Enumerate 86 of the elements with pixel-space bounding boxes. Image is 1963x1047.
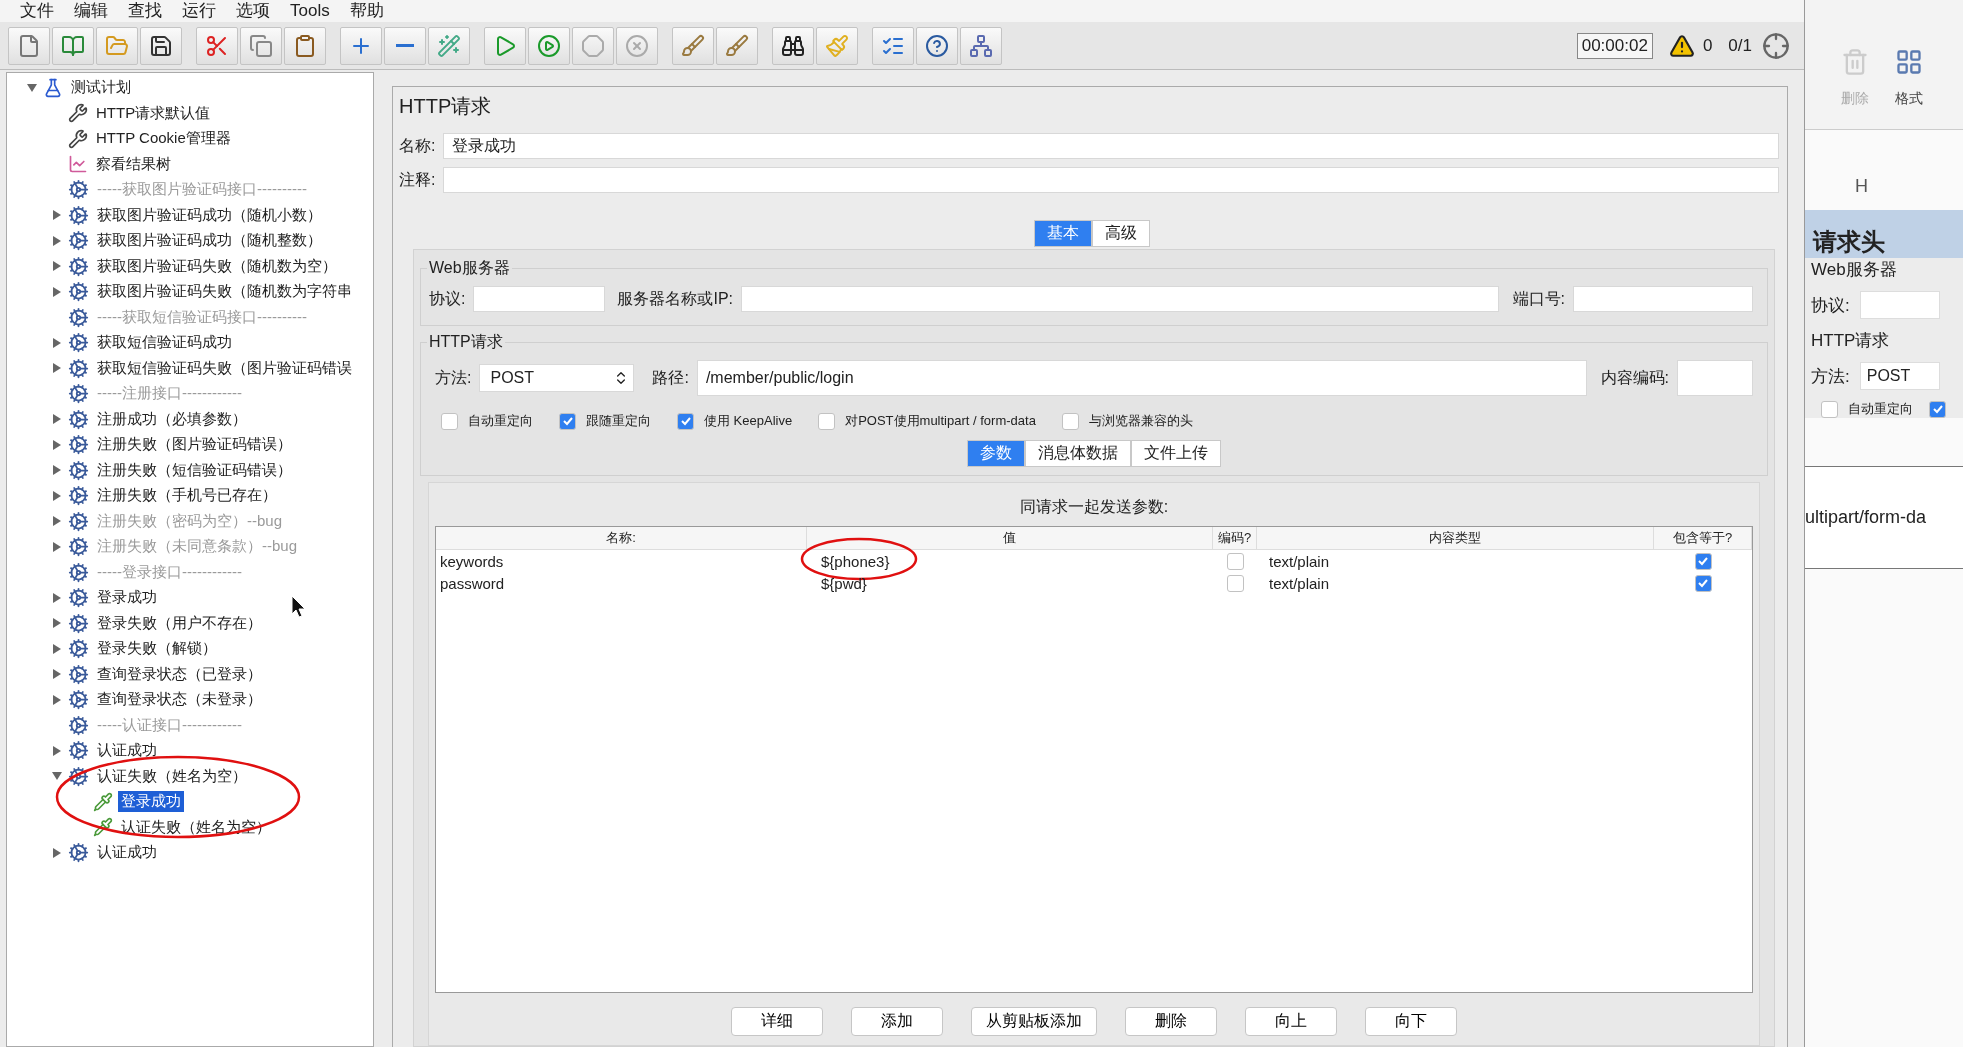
menu-item[interactable]: 文件: [10, 1, 64, 21]
field-label: 方法:: [1811, 365, 1850, 388]
tree-item[interactable]: 获取短信验证码成功: [94, 332, 235, 354]
method-field[interactable]: POST: [1859, 362, 1940, 390]
column-header: 包含等于?: [1654, 527, 1752, 550]
table-cell-text: password: [439, 573, 506, 594]
action-button[interactable]: 向下: [1365, 1007, 1457, 1036]
action-button[interactable]: 向上: [1245, 1007, 1337, 1036]
tree-item[interactable]: 获取图片验证码失败（随机数为字符串: [94, 281, 355, 303]
tree-item[interactable]: HTTP Cookie管理器: [93, 128, 234, 150]
table-cell-text: keywords: [439, 551, 505, 572]
action-button[interactable]: 删除: [1125, 1007, 1217, 1036]
field-label: 协议:: [429, 288, 466, 309]
method-dropdown[interactable]: POST: [479, 364, 635, 392]
tree-item[interactable]: 注册失败（图片验证码错误）: [94, 434, 295, 456]
column-header: 值: [807, 527, 1213, 550]
group-title: HTTP请求: [1811, 330, 1891, 352]
tree-item[interactable]: 注册成功（必填参数）: [94, 408, 250, 430]
text-fragment: ultipart/form-da: [1805, 466, 1963, 569]
action-button[interactable]: 添加: [851, 1007, 943, 1036]
tree-item[interactable]: 登录失败（解锁）: [94, 638, 220, 660]
panel-title: HTTP请求: [399, 94, 493, 119]
tab[interactable]: 高级: [1092, 220, 1150, 247]
table-caption: 同请求一起发送参数:: [1018, 497, 1170, 517]
field-label: 内容编码:: [1600, 367, 1669, 388]
field-label: 服务器名称或IP:: [617, 288, 733, 309]
tree-item[interactable]: 查询登录状态（已登录）: [94, 663, 265, 685]
menu-item[interactable]: Tools: [280, 1, 340, 21]
toolbar-label: 删除: [1841, 90, 1869, 108]
warning-count: 0: [1702, 35, 1713, 56]
field-label: 路径:: [652, 367, 689, 388]
elapsed-time: 00:00:02: [1576, 32, 1653, 59]
tree-item[interactable]: 注册失败（短信验证码错误）: [94, 459, 295, 481]
table-cell-text: text/plain: [1268, 551, 1331, 572]
option-checkbox[interactable]: 对POST使用multipart / form-data: [818, 412, 1036, 430]
menu-item[interactable]: 运行: [172, 1, 226, 21]
tree-item[interactable]: 察看结果树: [93, 153, 174, 175]
table-cell: ${phone3}: [807, 550, 1213, 572]
tree-item[interactable]: 获取短信验证码失败（图片验证码错误: [94, 357, 355, 379]
tree-item[interactable]: 登录成功: [94, 587, 160, 609]
tree-item[interactable]: 测试计划: [68, 77, 134, 99]
group-title: Web服务器: [1811, 259, 1898, 281]
name-field[interactable]: 登录成功: [443, 133, 1779, 159]
field-label: 端口号:: [1512, 288, 1565, 309]
tab[interactable]: 参数: [967, 440, 1025, 467]
table-cell-text: ${pwd}: [820, 573, 868, 594]
tree-item[interactable]: 认证失败（姓名为空）: [94, 765, 250, 787]
menu-item[interactable]: 查找: [118, 1, 172, 21]
tree-item[interactable]: HTTP请求默认值: [93, 102, 214, 124]
action-button[interactable]: 从剪贴板添加: [971, 1007, 1097, 1036]
tree-item[interactable]: 注册失败（手机号已存在）: [94, 485, 280, 507]
section-heading: 请求头: [1813, 227, 1885, 257]
group-title: Web服务器: [428, 258, 511, 278]
tree-item[interactable]: 获取图片验证码成功（随机小数）: [94, 204, 325, 226]
toolbar-label: 格式: [1895, 90, 1923, 108]
action-button[interactable]: 详细: [731, 1007, 823, 1036]
tree-item[interactable]: 登录失败（用户不存在）: [94, 612, 265, 634]
tree-item[interactable]: 获取图片验证码成功（随机整数）: [94, 230, 325, 252]
option-checkbox[interactable]: 与浏览器兼容的头: [1061, 412, 1193, 430]
field-label: 名称:: [399, 135, 436, 156]
field-label: 注释:: [399, 169, 436, 190]
tree-item[interactable]: 查询登录状态（未登录）: [94, 689, 265, 711]
tree-item[interactable]: 登录成功: [118, 791, 184, 813]
tab[interactable]: 基本: [1034, 220, 1092, 247]
tree-item[interactable]: 认证成功: [94, 740, 160, 762]
column-header: 内容类型: [1257, 527, 1654, 550]
table-cell-text: text/plain: [1268, 573, 1331, 594]
option-checkbox[interactable]: 跟随重定向: [559, 412, 651, 430]
tree-item[interactable]: 认证成功: [94, 842, 160, 864]
menu-item[interactable]: 编辑: [64, 1, 118, 21]
option-checkbox[interactable]: 自动重定向: [441, 412, 533, 430]
option-checkbox[interactable]: 使用 KeepAlive: [677, 412, 793, 430]
tab[interactable]: 文件上传: [1131, 440, 1221, 467]
column-header: 编码?: [1213, 527, 1257, 550]
tree-item[interactable]: 获取图片验证码失败（随机数为空）: [94, 255, 340, 277]
option-checkbox[interactable]: 自动重定向: [1821, 400, 1913, 418]
path-field[interactable]: /member/public/login: [696, 360, 1587, 396]
field-label: 方法:: [435, 367, 472, 388]
field-label: 协议:: [1811, 294, 1850, 317]
column-header: 名称:: [436, 527, 807, 550]
group-title: HTTP请求: [428, 332, 504, 352]
menu-item[interactable]: 帮助: [339, 1, 394, 21]
thread-count: 0/1: [1728, 35, 1752, 56]
tab[interactable]: 消息体数据: [1025, 440, 1131, 467]
menu-item[interactable]: 选项: [226, 1, 280, 21]
tab-label: H: [1854, 175, 1869, 198]
